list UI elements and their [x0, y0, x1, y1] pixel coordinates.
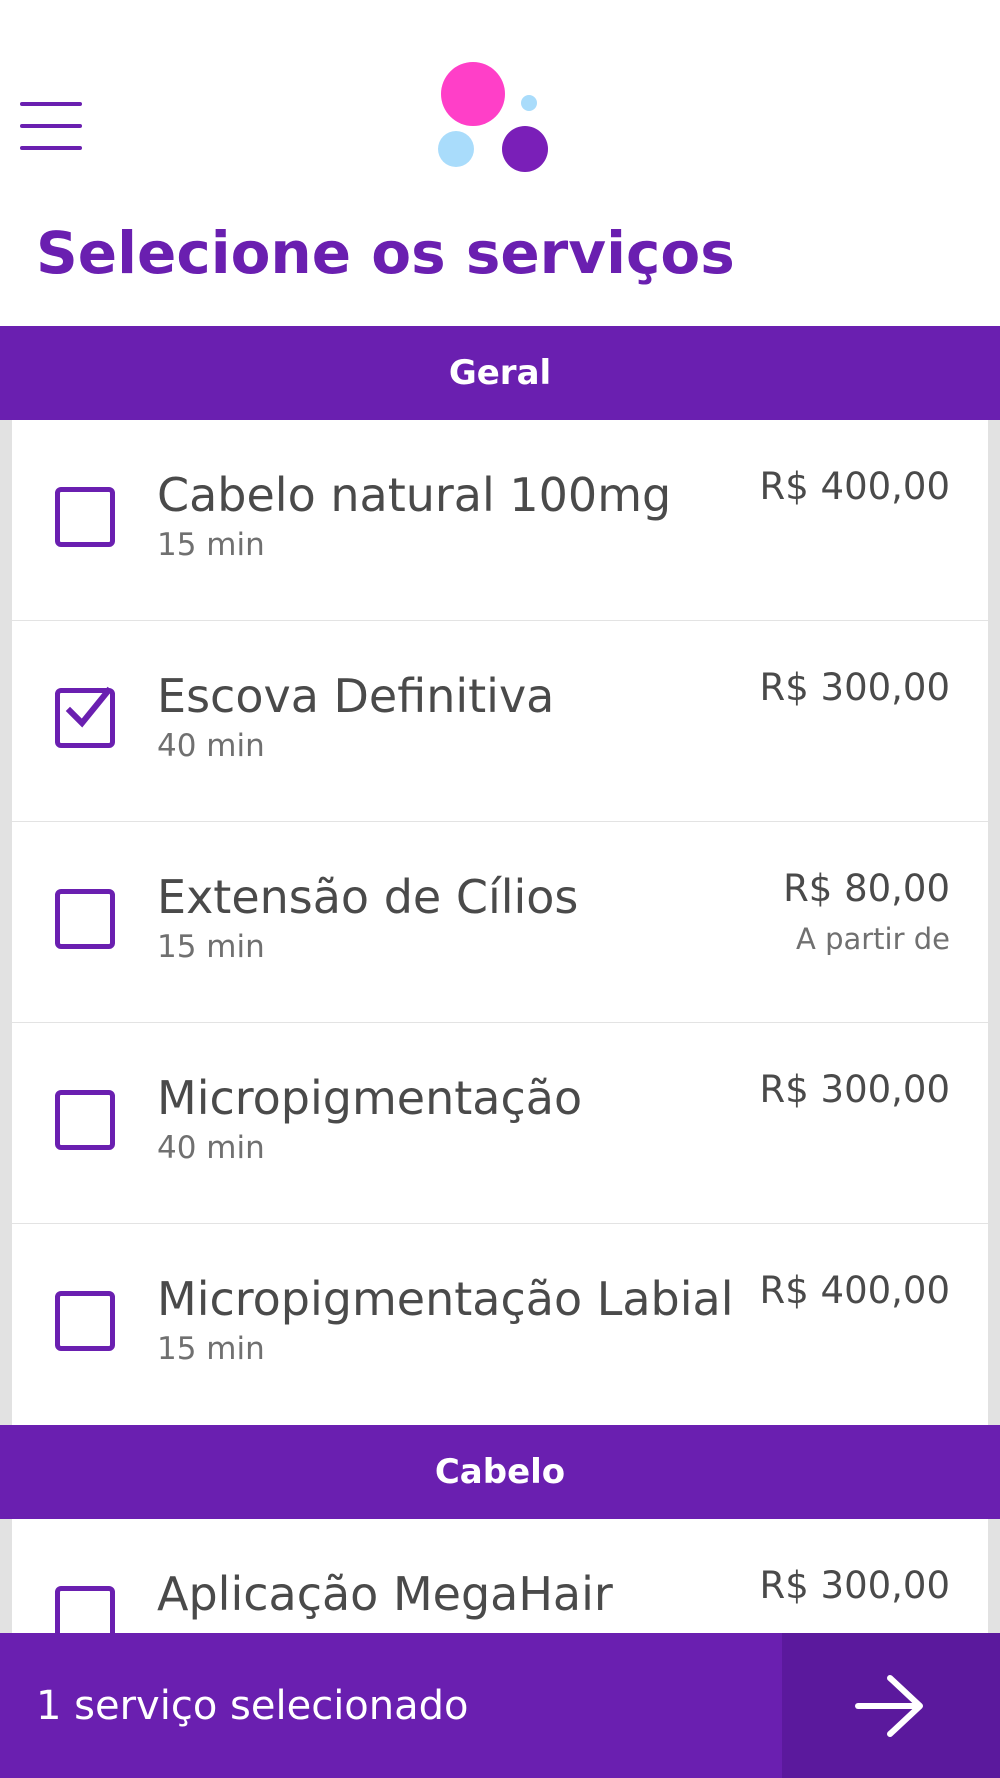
- service-checkbox-checked[interactable]: [55, 686, 115, 748]
- service-price: R$ 300,00: [759, 666, 950, 709]
- service-price: R$ 300,00: [759, 1068, 950, 1111]
- service-checkbox[interactable]: [55, 487, 115, 547]
- service-name: Aplicação MegaHair: [157, 1567, 613, 1621]
- service-name: Micropigmentação Labial: [157, 1272, 734, 1326]
- services-screen: Selecione os serviços Geral Cabelo natur…: [0, 0, 1000, 1778]
- service-name: Micropigmentação: [157, 1071, 583, 1125]
- service-duration: 15 min: [157, 1331, 265, 1367]
- service-name: Escova Definitiva: [157, 669, 555, 723]
- service-price-note: A partir de: [796, 922, 950, 956]
- service-checkbox[interactable]: [55, 1090, 115, 1150]
- arrow-right-icon: [855, 1675, 923, 1737]
- section-header-cabelo: Cabelo: [0, 1425, 1000, 1519]
- menu-line: [20, 124, 82, 128]
- bubbles-logo-icon: [438, 62, 548, 172]
- service-checkbox[interactable]: [55, 889, 115, 949]
- section-header-geral: Geral: [0, 326, 1000, 420]
- service-duration: 40 min: [157, 1130, 265, 1166]
- service-price: R$ 80,00: [783, 867, 950, 910]
- selection-bar: 1 serviço selecionado: [0, 1633, 1000, 1778]
- services-list: Geral Cabelo natural 100mg 15 min R$ 400…: [0, 326, 1000, 1720]
- menu-line: [20, 146, 82, 150]
- selection-count: 1 serviço selecionado: [36, 1683, 469, 1729]
- checkmark-icon: [65, 686, 113, 728]
- service-name: Extensão de Cílios: [157, 870, 579, 924]
- next-button[interactable]: [782, 1633, 1000, 1778]
- service-price: R$ 400,00: [759, 465, 950, 508]
- service-name: Cabelo natural 100mg: [157, 468, 672, 522]
- service-row[interactable]: Escova Definitiva 40 min R$ 300,00: [12, 621, 988, 822]
- service-row[interactable]: Extensão de Cílios 15 min R$ 80,00 A par…: [12, 822, 988, 1023]
- service-row[interactable]: Cabelo natural 100mg 15 min R$ 400,00: [12, 420, 988, 621]
- service-row[interactable]: Micropigmentação Labial 15 min R$ 400,00: [12, 1224, 988, 1425]
- menu-line: [20, 102, 82, 106]
- hamburger-menu-icon[interactable]: [20, 100, 82, 152]
- service-duration: 15 min: [157, 527, 265, 563]
- service-price: R$ 400,00: [759, 1269, 950, 1312]
- service-duration: 15 min: [157, 929, 265, 965]
- service-price: R$ 300,00: [759, 1564, 950, 1607]
- service-checkbox[interactable]: [55, 1291, 115, 1351]
- service-duration: 40 min: [157, 728, 265, 764]
- service-row[interactable]: Micropigmentação 40 min R$ 300,00: [12, 1023, 988, 1224]
- page-title: Selecione os serviços: [36, 219, 735, 287]
